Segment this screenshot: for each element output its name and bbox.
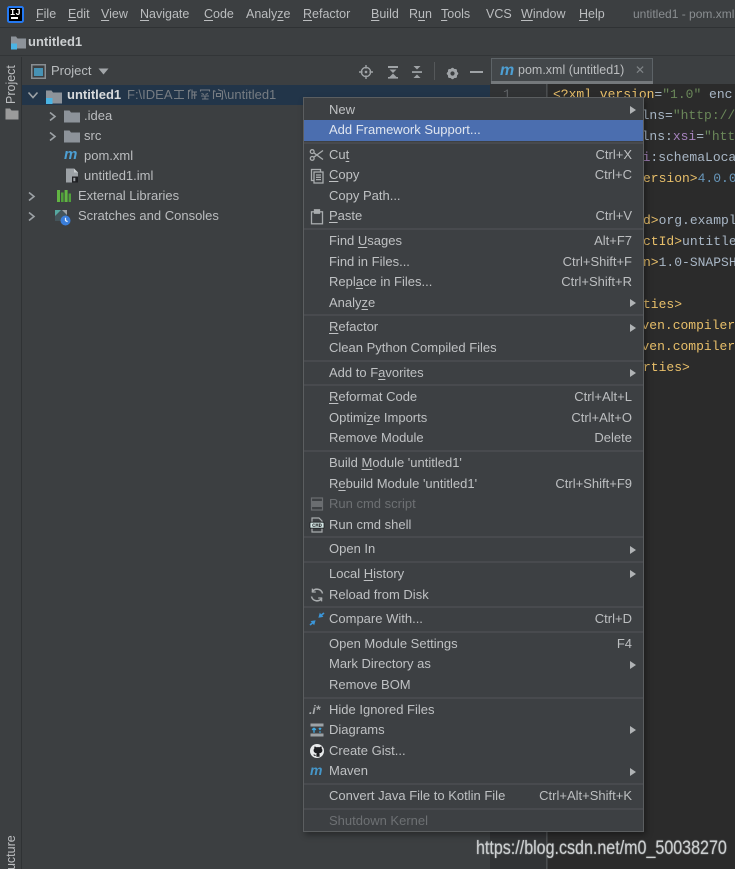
- svg-text:CMD: CMD: [312, 523, 322, 529]
